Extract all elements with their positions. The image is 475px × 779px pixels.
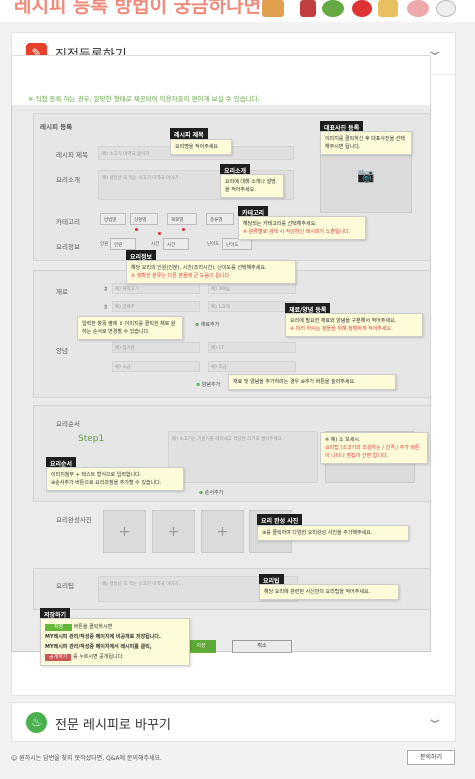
ingredients-label: 재료 [56,288,68,296]
required-dot [158,232,161,235]
ingredient-name-input[interactable]: 예) 양배추 [112,301,200,312]
tip-box-title: 요리명을 적어주세요 [170,139,232,155]
banner-food-icon [378,0,398,17]
chevron-down-icon[interactable]: ⌄ [426,711,445,727]
drag-handle-icon[interactable]: ⇕ [103,304,108,311]
tip-box-ingredients: 요리에 필요한 재료와 양념을 구분해서 적어주세요. ※ 미리 하시는 분들을 … [285,313,423,337]
category-select-type[interactable]: 종류별 [206,213,234,225]
plus-icon: ⊕ [196,382,201,388]
notice-text: ※ 직접 등록 하는 경우, 알맞한 형태로 제공되어 이용자들이 편하게 보실… [28,95,260,103]
tip-label: 요리팁 [56,582,74,590]
info-time-label: 시간 [151,242,160,247]
qna-note: ☺ 원하시는 답변을 찾지 못하셨다면, Q&A에 문의해주세요. [11,755,162,762]
ingredient-amount-input[interactable]: 예) 1/2개 [208,301,296,312]
ingredient-amount-input[interactable]: 예) 300g [208,283,296,294]
complete-photo-slot[interactable]: + [152,510,195,553]
drag-handle-icon[interactable]: ⇕ [103,286,108,293]
tip-box-add: 재료 및 양념을 추가하려는 경우 ⊕추가 버튼을 눌러주세요. [228,374,396,390]
seasoning-amount-input[interactable]: 예) 1T [208,342,296,353]
complete-photo-slot[interactable]: + [201,510,244,553]
category-select-method[interactable]: 방법별 [100,213,126,225]
save-sample-button: 저장 [45,624,73,631]
category-select-situation[interactable]: 상황별 [130,213,158,225]
top-title: 레시피 등록 방법이 궁금하다면? [14,0,273,17]
seasoning-amount-input[interactable]: 예) 조금 [208,361,296,372]
banner-food-icon [352,0,372,17]
category-select-ingredient[interactable]: 재료별 [167,213,197,225]
plus-icon: ⊕ [195,322,200,328]
info-icon: ☺ [11,755,18,762]
tip-box-order: 입력한 항목 옆에 ⇕ 이미지를 클릭한 채로 원하는 순서로 변경할 수 있습… [77,316,183,340]
complete-photo-slot[interactable]: + [103,510,146,553]
ingredient-name-input[interactable]: 예) 돼지고기 [112,283,200,294]
banner-food-icon [300,0,316,17]
step-text-input[interactable]: 예) 소고기는 기름기를 떼어내고 적당한 크기로 썰어주세요. [168,431,318,483]
banner-food-icon [407,0,429,17]
info-label: 요리정보 [56,243,80,251]
expert-recipe-card[interactable]: ♨ 전문 레시피로 바꾸기 ⌄ [11,702,456,742]
chef-hat-icon: ♨ [26,712,47,733]
add-step-button[interactable]: ⊕ 순서추가 [199,489,223,496]
add-ingredient-button[interactable]: ⊕ 재료추가 [195,321,219,328]
top-banner: 레시피 등록 방법이 궁금하다면? [0,0,475,22]
seasoning-name-input[interactable]: 예) 참기름 [112,342,200,353]
publish-sample-button: 공개하기 [45,654,72,661]
tip-box-save: 저장 버튼을 클릭하시면 MY레시피 관리/작성중 페이지에 비공개로 저장됩니… [40,618,190,666]
tip-box-tip: 해당 요리에 관련된 사신만의 요리팁을 적어주세요. [259,584,399,600]
servings-select[interactable]: 인원 [110,238,136,250]
category-label: 카테고리 [56,218,80,226]
inquiry-button[interactable]: 문의하기 [407,750,455,765]
register-section-label: 레시피 등록 [40,123,73,131]
info-difficulty-label: 난이도 [207,242,220,247]
time-select[interactable]: 시간 [163,238,189,250]
cancel-button[interactable]: 취소 [232,640,292,653]
intro-label: 요리소개 [56,176,80,184]
tip-box-step-side: ※ 예) 소 보세시. 요리팁 (소고기와 조성하는 / 간격 / 추가 버튼이 … [320,432,428,464]
title-label: 레시피 제목 [56,151,88,159]
tip-box-steps: 이미지첨부 + 텍스트 형식으로 입력합니다. ⊕순서추가 버튼으로 요리과정을 … [46,467,184,491]
tip-box-photo: 이미지를 클릭하신 후 대표사진을 선택해주시면 됩니다. [320,131,412,155]
tip-box-intro: 요리에 대해 소개나 설명을 적어주세요. [220,174,284,198]
tip-box-info: 해당 요리의 인원(인분), 시간(조리시간), 난이도를 선택해주세요. ※ 정… [126,260,296,284]
step-number: Step1 [78,434,105,444]
required-dot [135,228,138,231]
expert-title: 전문 레시피로 바꾸기 [55,718,171,733]
banner-food-icon [322,0,344,17]
camera-icon: 📷 [357,168,375,184]
tip-box-complete: ⊕를 클릭하여 다양한 요리완성 사진을 추가해주세요. [257,525,409,541]
seasoning-name-input[interactable]: 예) 소금 [112,361,200,372]
info-servings-label: 인원 [100,242,109,247]
tip-box-category: 해당되는 카테고리를 선택해주세요. ※ 분류별로 검색 시 작성하신 레시피가 … [238,216,366,240]
banner-food-icon [262,0,284,17]
steps-label: 요리순서 [56,420,80,428]
add-seasoning-button[interactable]: ⊕ 양념추가 [196,381,220,388]
save-button[interactable]: 저장 [186,640,216,653]
banner-food-icon [436,0,456,17]
plus-icon: ⊕ [199,490,204,496]
seasoning-label: 양념 [56,347,68,355]
complete-photos-label: 요리완성사진 [56,516,92,524]
required-dot [182,228,185,231]
